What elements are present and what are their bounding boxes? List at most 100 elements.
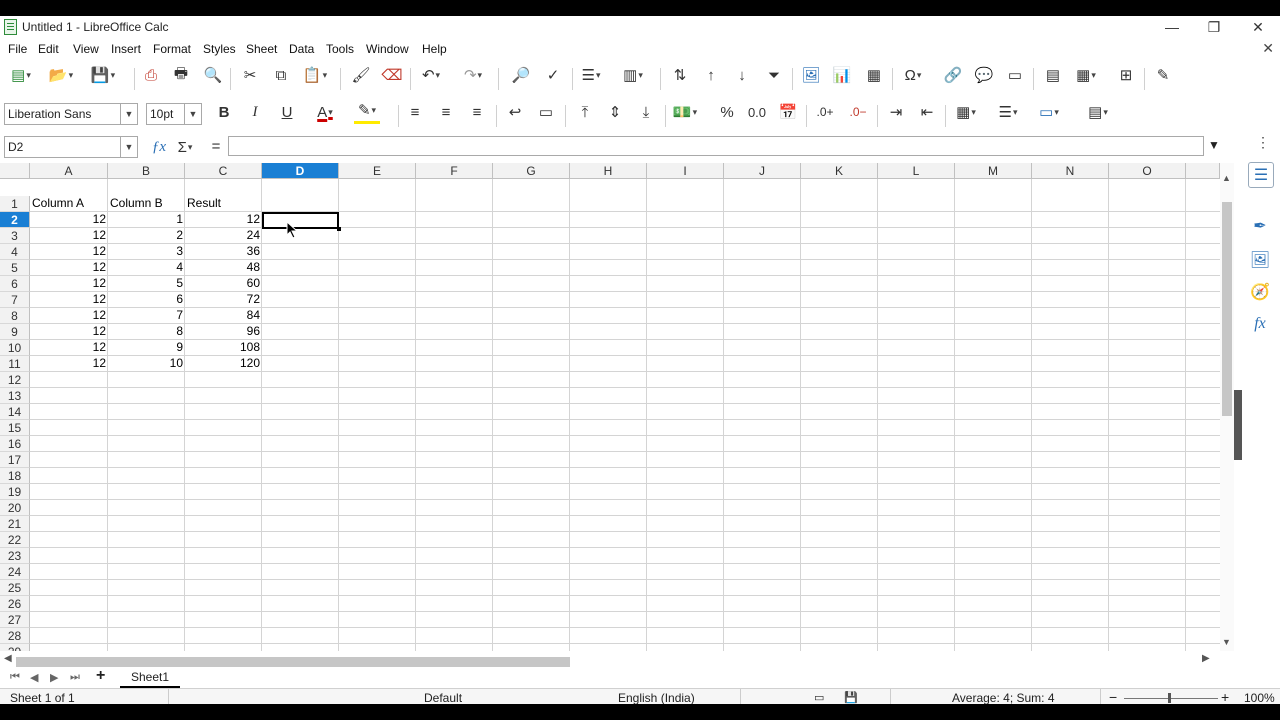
page-style[interactable]: Default [424,691,462,704]
cell-b9[interactable]: 8 [108,323,185,339]
functions-icon[interactable]: fx [1248,312,1272,336]
export-pdf-icon[interactable]: ⎙ [138,62,164,88]
column-header-partial[interactable] [1186,163,1220,179]
cell-c4[interactable]: 36 [185,243,262,259]
find-replace-icon[interactable]: 🔎 [508,62,534,88]
sum-icon[interactable]: Σ [172,134,198,160]
sheet-tab-sheet1[interactable]: Sheet1 [120,668,180,688]
font-size-combo[interactable]: 10pt ▼ [146,103,202,125]
cell-a1[interactable]: Column A [30,195,110,211]
center-vertically-icon[interactable]: ⇕ [602,99,628,125]
bold-icon[interactable]: B [211,99,237,125]
column-header-e[interactable]: E [339,163,416,179]
active-cell-d2[interactable] [262,212,341,231]
headers-footers-icon[interactable]: ▭ [1002,62,1028,88]
cell-b6[interactable]: 5 [108,275,185,291]
sort-icon[interactable]: ⇅ [667,62,693,88]
align-bottom-icon[interactable]: ⤓ [633,99,659,125]
cell-c8[interactable]: 84 [185,307,262,323]
align-left-icon[interactable]: ≡ [402,99,428,125]
cell-b1[interactable]: Column B [108,195,187,211]
spelling-icon[interactable]: ✓ [540,62,566,88]
column-header-a[interactable]: A [30,163,108,179]
menu-insert[interactable]: Insert [111,42,141,56]
row-header-28[interactable]: 28 [0,628,30,644]
paste-icon[interactable]: 📋 [302,62,328,88]
cell-c7[interactable]: 72 [185,291,262,307]
row-header-10[interactable]: 10 [0,340,30,356]
column-header-d[interactable]: D [262,163,339,179]
cell-a5[interactable]: 12 [30,259,108,275]
select-all-corner[interactable] [0,163,30,179]
row-header-12[interactable]: 12 [0,372,30,388]
column-header-j[interactable]: J [724,163,801,179]
special-character-icon[interactable]: Ω [900,62,926,88]
cell-b8[interactable]: 7 [108,307,185,323]
row-header-4[interactable]: 4 [0,244,30,260]
row-icon[interactable]: ☰ [578,62,604,88]
zoom-out-button[interactable]: − [1109,689,1117,704]
percent-format-icon[interactable]: % [714,99,740,125]
zoom-percentage[interactable]: 100% [1244,691,1275,704]
function-wizard-icon[interactable]: ƒx [146,134,172,160]
row-header-17[interactable]: 17 [0,452,30,468]
horizontal-scroll-thumb[interactable] [16,657,570,667]
cell-a2[interactable]: 12 [30,211,108,227]
save-icon[interactable]: 💾 [90,62,116,88]
column-header-o[interactable]: O [1109,163,1186,179]
print-icon[interactable]: 🖶 [168,62,194,88]
column-header-f[interactable]: F [416,163,493,179]
column-header-i[interactable]: I [647,163,724,179]
pivot-table-icon[interactable]: ▦ [861,62,887,88]
border-color-icon[interactable]: ▭ [1036,99,1062,125]
row-header-22[interactable]: 22 [0,532,30,548]
row-header-26[interactable]: 26 [0,596,30,612]
row-header-21[interactable]: 21 [0,516,30,532]
define-print-area-icon[interactable]: ▤ [1040,62,1066,88]
last-sheet-icon[interactable]: ⏭ [70,671,80,684]
add-decimal-icon[interactable]: .0+ [812,99,838,125]
add-sheet-button[interactable]: + [96,667,105,685]
decrease-indent-icon[interactable]: ⇤ [914,99,940,125]
cut-icon[interactable]: ✂ [237,62,263,88]
menu-help[interactable]: Help [422,42,447,56]
delete-decimal-icon[interactable]: .0− [845,99,871,125]
cell-c6[interactable]: 60 [185,275,262,291]
row-header-6[interactable]: 6 [0,276,30,292]
row-header-5[interactable]: 5 [0,260,30,276]
align-top-icon[interactable]: ⤒ [572,99,598,125]
scroll-left-icon[interactable]: ◀ [4,653,12,664]
menu-format[interactable]: Format [153,42,191,56]
row-header-2[interactable]: 2 [0,212,30,228]
row-header-20[interactable]: 20 [0,500,30,516]
name-box[interactable]: D2 ▼ [4,136,138,158]
align-right-icon[interactable]: ≡ [464,99,490,125]
selection-mode-icon[interactable]: ▭ [814,691,824,704]
spreadsheet-grid[interactable]: A B C D E F G H I J K L M N O 1 2 3 4 5 … [0,163,1220,651]
close-document-icon[interactable]: ✕ [1262,40,1274,57]
chevron-down-icon[interactable]: ▼ [120,137,137,157]
navigator-icon[interactable]: 🧭 [1248,280,1272,304]
chevron-down-icon[interactable]: ▼ [120,104,137,124]
column-header-h[interactable]: H [570,163,647,179]
selection-summary[interactable]: Average: 4; Sum: 4 [952,691,1055,704]
menu-view[interactable]: View [73,42,99,56]
cell-a7[interactable]: 12 [30,291,108,307]
cell-b2[interactable]: 1 [108,211,185,227]
chevron-down-icon[interactable]: ▼ [184,104,201,124]
wrap-text-icon[interactable]: ↩ [502,99,528,125]
column-header-g[interactable]: G [493,163,570,179]
column-icon[interactable]: ▥ [620,62,646,88]
menu-edit[interactable]: Edit [38,42,59,56]
row-header-25[interactable]: 25 [0,580,30,596]
row-header-11[interactable]: 11 [0,356,30,372]
font-color-icon[interactable]: A [312,99,338,125]
currency-format-icon[interactable]: 💵 [672,99,698,125]
cell-a9[interactable]: 12 [30,323,108,339]
cell-c3[interactable]: 24 [185,227,262,243]
scroll-up-icon[interactable]: ▲ [1222,173,1231,183]
new-document-icon[interactable]: ▤ [8,62,34,88]
row-header-15[interactable]: 15 [0,420,30,436]
clear-formatting-icon[interactable]: ⌫ [379,62,405,88]
hyperlink-icon[interactable]: 🔗 [940,62,966,88]
